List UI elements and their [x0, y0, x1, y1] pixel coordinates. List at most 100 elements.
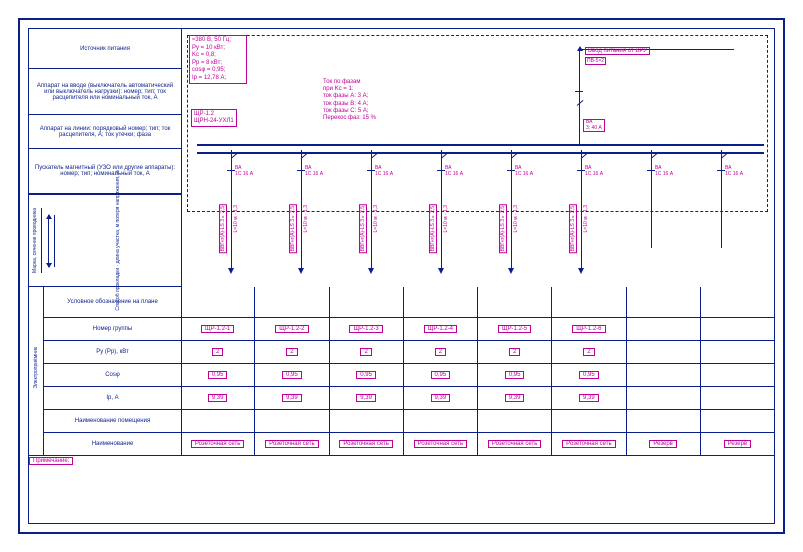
breaker-tick-icon: [717, 170, 725, 171]
feeder-drop: [371, 150, 372, 270]
arrow-down-icon: [438, 268, 444, 274]
feeder-drop: [581, 150, 582, 270]
double-arrow-icon: [48, 215, 49, 267]
breaker-rating: ВА1С 16 А: [375, 166, 393, 177]
row-headers: Электроприёмник Условное обозначение на …: [29, 287, 182, 456]
supply-breaker-label: ВА3; 40 А: [583, 119, 605, 132]
table-cell: Розеточная сеть: [477, 433, 551, 455]
supply-isolator-icon: [575, 91, 583, 92]
table-cell: [700, 341, 774, 363]
table-cell: 9,39: [329, 387, 403, 409]
breaker-tick-icon: [507, 170, 515, 171]
table-cell: [181, 287, 254, 317]
table-cell: 9,39: [181, 387, 254, 409]
arrow-down-icon: [508, 268, 514, 274]
feeder-drop: [651, 150, 652, 248]
arrow-down-icon: [578, 268, 584, 274]
feeder-drop: [231, 150, 232, 270]
cable-length: L=10 м · 1,3: [373, 204, 379, 233]
arrow-down-icon: [228, 268, 234, 274]
breaker-rating: ВА1С 16 А: [445, 166, 463, 177]
legend-input-breaker: Аппарат на вводе (выключатель автоматиче…: [29, 69, 181, 115]
feeder-drop: [511, 150, 512, 270]
rowhdr-name: Наименование: [44, 433, 181, 455]
table-cell: [700, 410, 774, 432]
table-cell: [626, 318, 700, 340]
panel-name: ЩР-1.2ЩРН-24-УХЛ1: [191, 109, 237, 127]
table-cell: Розеточная сеть: [254, 433, 328, 455]
legend-column: Источник питания Аппарат на вводе (выклю…: [29, 29, 182, 287]
table-cell: 2: [254, 341, 328, 363]
table-cell: [254, 287, 328, 317]
cable-length: L=10 м · 1,3: [303, 204, 309, 233]
legend-line-breaker: Аппарат на линии: порядковый номер; тип;…: [29, 115, 181, 149]
rowhdr-room: Наименование помещения: [44, 410, 181, 432]
legend-cable-arrow: [42, 215, 55, 267]
table-cell: ЩР-1.2-6: [551, 318, 625, 340]
table-cell: 0,95: [254, 364, 328, 386]
breaker-rating: ВА1С 16 А: [585, 166, 603, 177]
cable-label: ВВГнг(А)-LS 3×2,5: [569, 204, 577, 253]
supply-drop: [579, 51, 580, 144]
rowhdr-cos: Cosφ: [44, 364, 181, 386]
cable-label: ВВГнг(А)-LS 3×2,5: [499, 204, 507, 253]
table-cell: ЩР-1.2-1: [181, 318, 254, 340]
table-cell: 0,95: [329, 364, 403, 386]
table-cell: 0,95: [403, 364, 477, 386]
rowhdr-power: Ру (Рр), кВт: [44, 341, 181, 363]
rowhdr-current: Iр, А: [44, 387, 181, 409]
table-cell: 9,39: [403, 387, 477, 409]
breaker-rating: ВА1С 16 А: [655, 166, 673, 177]
table-cell: [477, 287, 551, 317]
table-cell: [403, 410, 477, 432]
cable-length: L=10 м · 1,3: [583, 204, 589, 233]
table-cell: 9,39: [477, 387, 551, 409]
table-cell: [477, 410, 551, 432]
table-cell: Резерв: [700, 433, 774, 455]
phase-currents: Ток по фазампри Kc = 1:ток фазы A: 3 А; …: [323, 79, 393, 122]
table-cell: [626, 364, 700, 386]
drawing-inner-frame: Источник питания Аппарат на вводе (выклю…: [28, 28, 775, 524]
table-cell: [329, 410, 403, 432]
table-cell: 9,39: [551, 387, 625, 409]
data-table: ЩР-1.2-1ЩР-1.2-2ЩР-1.2-3ЩР-1.2-4ЩР-1.2-5…: [181, 287, 774, 456]
single-line-diagram: ≈380 В, 50 Гц;Ру = 10 кВт;Kc = 0,8; Рр =…: [181, 29, 774, 287]
table-cell: 2: [477, 341, 551, 363]
table-cell: [626, 387, 700, 409]
table-cell: [626, 341, 700, 363]
table-cell: [700, 318, 774, 340]
breaker-tick-icon: [297, 170, 305, 171]
table-cell: 2: [329, 341, 403, 363]
table-cell: [700, 387, 774, 409]
table-cell: [181, 410, 254, 432]
breaker-tick-icon: [437, 170, 445, 171]
footnote: Примечание:: [29, 457, 73, 465]
table-cell: 2: [551, 341, 625, 363]
cable-label: ВВГнг(А)-LS 3×2,5: [219, 204, 227, 253]
table-cell: [551, 287, 625, 317]
legend-cable-mark: Марка, сечение проводника: [29, 208, 42, 273]
cable-label: ВВГнг(А)-LS 3×2,5: [359, 204, 367, 253]
cable-label: ВВГнг(А)-LS 3×2,5: [289, 204, 297, 253]
panel-parameters: ≈380 В, 50 Гц;Ру = 10 кВт;Kc = 0,8; Рр =…: [189, 35, 247, 84]
supply-source-label: Ввод питания от ВРУ: [585, 47, 650, 55]
breaker-tick-icon: [367, 170, 375, 171]
table-cell: [551, 410, 625, 432]
feeders: ВА1С 16 А ВВГнг(А)-LS 3×2,5 L=10 м · 1,3 ВА…: [181, 144, 774, 284]
arrow-down-icon: [298, 268, 304, 274]
table-cell: [626, 287, 700, 317]
row-headers-side: Электроприёмник: [29, 287, 44, 449]
table-cell: [254, 410, 328, 432]
breaker-rating: ВА1С 16 А: [235, 166, 253, 177]
breaker-tick-icon: [647, 170, 655, 171]
cable-length: L=10 м · 1,3: [443, 204, 449, 233]
cable-length: L=10 м · 1,3: [233, 204, 239, 233]
cable-label: ВВГнг(А)-LS 3×2,5: [429, 204, 437, 253]
table-cell: [626, 410, 700, 432]
table-cell: Розеточная сеть: [181, 433, 254, 455]
table-cell: 2: [181, 341, 254, 363]
table-cell: [700, 364, 774, 386]
table-cell: 0,95: [181, 364, 254, 386]
table-cell: [329, 287, 403, 317]
table-cell: 0,95: [477, 364, 551, 386]
